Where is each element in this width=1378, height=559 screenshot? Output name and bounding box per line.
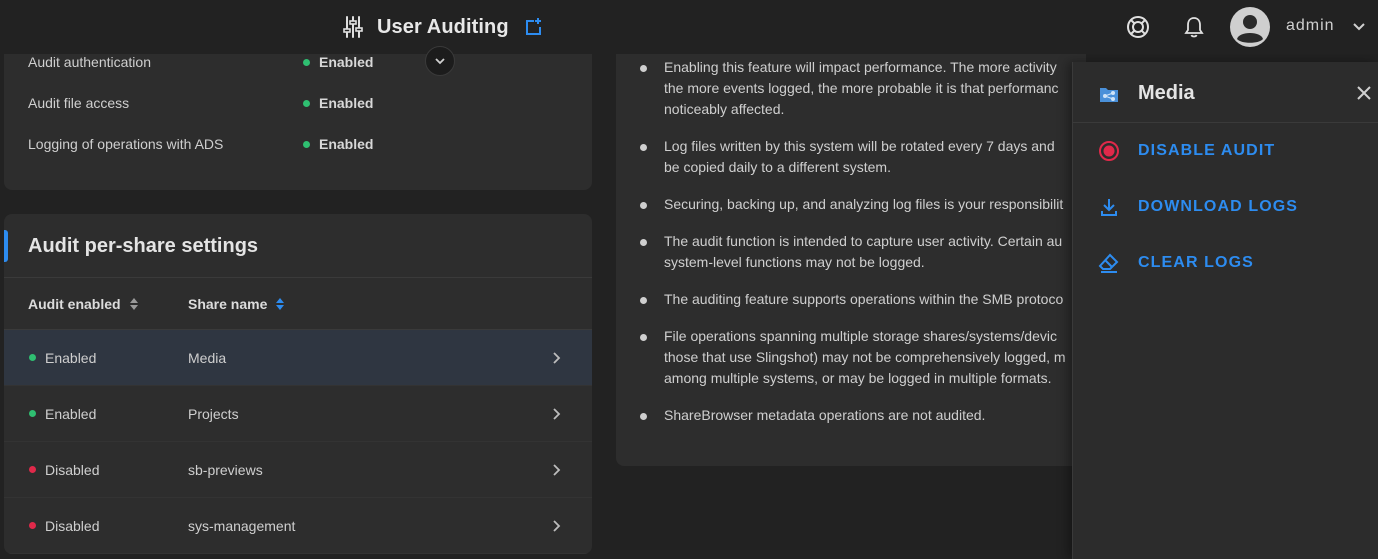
share-status: Disabled [29,462,99,478]
note-responsibility: Securing, backing up, and analyzing log … [664,196,1064,212]
share-status: Enabled [29,406,96,422]
status-dot [29,410,36,417]
share-settings-title: Audit per-share settings [28,235,259,257]
record-icon [1098,140,1120,162]
chevron-right-icon [549,351,563,365]
column-header-audit-enabled[interactable]: Audit enabled [28,296,139,312]
bullet [640,202,647,209]
page-title: User Auditing [377,15,509,38]
note-log-rotation: Log files written by this system will be… [664,138,1055,175]
share-name: sys-management [188,517,296,534]
download-logs-button[interactable]: DOWNLOAD LOGS [1098,196,1298,218]
share-status: Disabled [29,518,99,534]
action-label: DISABLE AUDIT [1138,142,1276,159]
status-text: Disabled [45,517,100,534]
sort-icon [129,297,139,311]
status-dot [303,58,310,66]
top-bar: User Auditing admin [0,0,1378,54]
status-text: Enabled [319,95,374,111]
audit-notes-card: Enabling this feature will impact perfor… [616,30,1086,466]
page-title-group: User Auditing [343,14,545,40]
share-name: sb-previews [188,461,263,478]
note-smb: The auditing feature supports operations… [664,291,1064,307]
setting-status-authentication: Enabled [303,54,373,70]
open-in-new-icon[interactable] [523,16,545,38]
status-dot [29,354,36,361]
chevron-right-icon [549,463,563,477]
action-label: CLEAR LOGS [1138,254,1254,271]
status-text: Disabled [45,461,100,478]
bullet [640,144,647,151]
sort-ascending-icon [275,297,285,311]
setting-label-ads: Logging of operations with ADS [28,136,224,152]
user-name[interactable]: admin [1286,17,1335,35]
share-status: Enabled [29,350,96,366]
status-dot [29,522,36,529]
share-row-projects[interactable]: Enabled Projects [4,386,592,442]
status-text: Enabled [45,349,97,366]
note-sharebrowser: ShareBrowser metadata operations are not… [664,407,986,423]
help-lifebuoy-icon[interactable] [1125,14,1151,40]
bullet [640,65,647,72]
share-row-media[interactable]: Enabled Media [4,330,592,386]
bullet [640,297,647,304]
close-icon[interactable] [1355,84,1373,102]
collapse-header-button[interactable] [425,46,455,76]
share-row-sb-previews[interactable]: Disabled sb-previews [4,442,592,498]
status-dot [303,140,310,148]
share-name: Media [188,349,227,366]
status-text: Enabled [319,54,374,70]
note-performance: Enabling this feature will impact perfor… [664,59,1059,117]
setting-label-authentication: Audit authentication [28,54,151,70]
setting-label-file-access: Audit file access [28,95,130,111]
bullet [640,413,647,420]
network-share-icon [1098,83,1120,105]
download-icon [1098,196,1120,218]
tune-icon [343,16,363,38]
status-dot [29,466,36,473]
eraser-icon [1098,252,1120,274]
panel-header: Media [1073,62,1378,123]
chevron-down-icon[interactable] [1351,19,1367,35]
chevron-right-icon [549,407,563,421]
share-detail-panel: Media DISABLE AUDIT DOWNLOAD LOGS CLEAR … [1072,62,1378,559]
bullet [640,239,647,246]
column-header-share-name[interactable]: Share name [188,296,285,312]
divider [4,277,592,278]
chevron-down-icon [433,54,447,68]
share-name: Projects [188,405,239,422]
status-text: Enabled [319,136,374,152]
clear-logs-button[interactable]: CLEAR LOGS [1098,252,1254,274]
bullet [640,334,647,341]
column-label: Audit enabled [28,296,121,312]
disable-audit-button[interactable]: DISABLE AUDIT [1098,140,1275,162]
setting-status-file-access: Enabled [303,95,373,111]
panel-title: Media [1138,82,1195,104]
action-label: DOWNLOAD LOGS [1138,198,1299,215]
column-label: Share name [188,296,268,312]
account-circle-icon[interactable] [1230,7,1270,47]
status-text: Enabled [45,405,97,422]
bell-icon[interactable] [1183,15,1205,39]
status-dot [303,99,310,107]
share-row-sys-management[interactable]: Disabled sys-management [4,498,592,554]
note-audit-function: The audit function is intended to captur… [664,233,1063,270]
section-accent-bar [4,230,8,262]
audit-settings-card: Audit authentication Enabled Audit file … [4,30,592,190]
note-multi-share: File operations spanning multiple storag… [664,328,1066,386]
app-root: Audit authentication Enabled Audit file … [0,0,1378,559]
share-settings-card: Audit per-share settings Audit enabled S… [4,214,592,554]
chevron-right-icon [549,519,563,533]
setting-status-ads: Enabled [303,136,373,152]
